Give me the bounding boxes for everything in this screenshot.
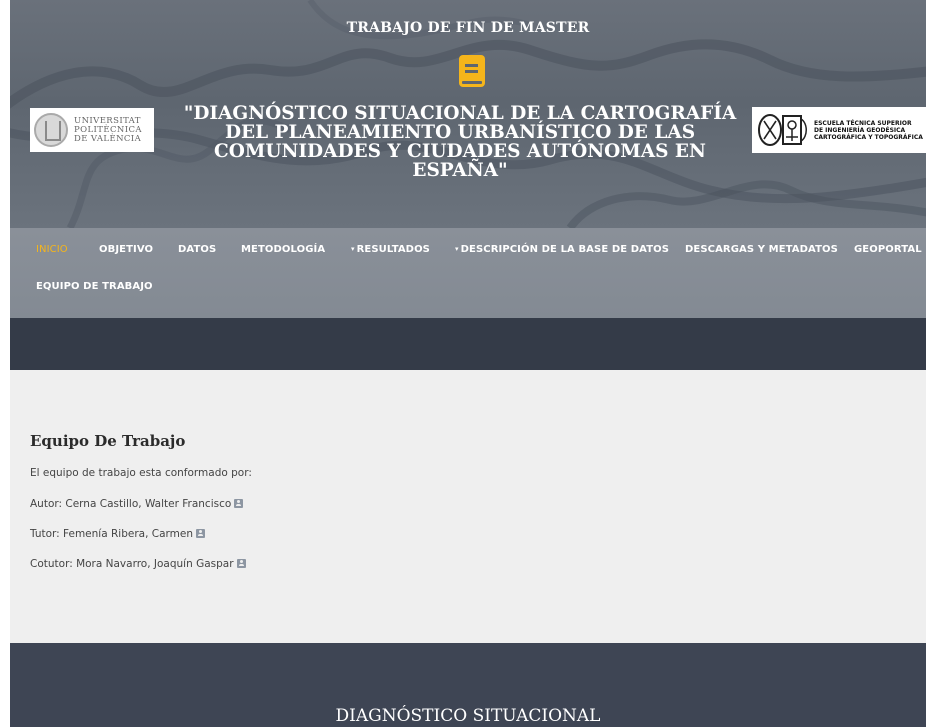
hero-header: TRABAJO DE FIN DE MASTER UNIVERSITAT POL… <box>10 0 926 228</box>
team-member-cotutor: Cotutor: Mora Navarro, Joaquín Gaspar <box>30 558 246 570</box>
nav-item-descripcion[interactable]: ▾ DESCRIPCIÓN DE LA BASE DE DATOS <box>455 244 669 255</box>
team-section: Equipo De Trabajo El equipo de trabajo e… <box>10 370 926 643</box>
book-icon <box>459 55 485 87</box>
hero-kicker: TRABAJO DE FIN DE MASTER <box>346 20 590 36</box>
team-member-author: Autor: Cerna Castillo, Walter Francisco <box>30 498 244 510</box>
footer-title: DIAGNÓSTICO SITUACIONAL <box>335 706 601 726</box>
page: TRABAJO DE FIN DE MASTER UNIVERSITAT POL… <box>10 0 926 727</box>
nav-item-resultados[interactable]: ▾ RESULTADOS <box>351 244 430 255</box>
caret-down-icon: ▾ <box>351 245 355 253</box>
nav-item-geoportal[interactable]: GEOPORTAL <box>854 244 922 255</box>
team-intro: El equipo de trabajo esta conformado por… <box>30 467 252 479</box>
nav-item-metodologia[interactable]: METODOLOGÍA <box>241 244 325 255</box>
contact-card-icon[interactable] <box>196 529 205 538</box>
etsi-logo[interactable]: ESCUELA TÉCNICA SUPERIOR DE INGENIERÍA G… <box>752 107 926 153</box>
dark-separator-band <box>10 318 926 370</box>
footer-section: DIAGNÓSTICO SITUACIONAL <box>10 643 926 727</box>
section-title: Equipo De Trabajo <box>30 432 186 450</box>
etsi-emblem-icon <box>758 114 807 146</box>
upv-logo-text: UNIVERSITAT POLITÈCNICA DE VALÈNCIA <box>74 115 142 144</box>
etsi-logo-text: ESCUELA TÉCNICA SUPERIOR DE INGENIERÍA G… <box>814 119 923 141</box>
contact-card-icon[interactable] <box>236 559 246 568</box>
nav-item-descargas[interactable]: DESCARGAS Y METADATOS <box>685 244 838 255</box>
nav-item-objetivo[interactable]: OBJETIVO <box>99 244 153 255</box>
upv-seal-icon <box>34 113 68 147</box>
main-nav: INICIO OBJETIVO DATOS METODOLOGÍA ▾ RESUL… <box>10 228 926 318</box>
upv-logo[interactable]: UNIVERSITAT POLITÈCNICA DE VALÈNCIA <box>30 108 154 152</box>
nav-item-equipo[interactable]: EQUIPO DE TRABAJO <box>36 281 153 292</box>
contact-card-icon[interactable] <box>234 499 244 508</box>
caret-down-icon: ▾ <box>455 245 459 253</box>
team-member-tutor: Tutor: Femenía Ribera, Carmen <box>30 528 205 540</box>
page-title: "DIAGNÓSTICO SITUACIONAL DE LA CARTOGRAF… <box>183 103 737 181</box>
nav-item-datos[interactable]: DATOS <box>178 244 216 255</box>
nav-item-inicio[interactable]: INICIO <box>36 244 68 255</box>
